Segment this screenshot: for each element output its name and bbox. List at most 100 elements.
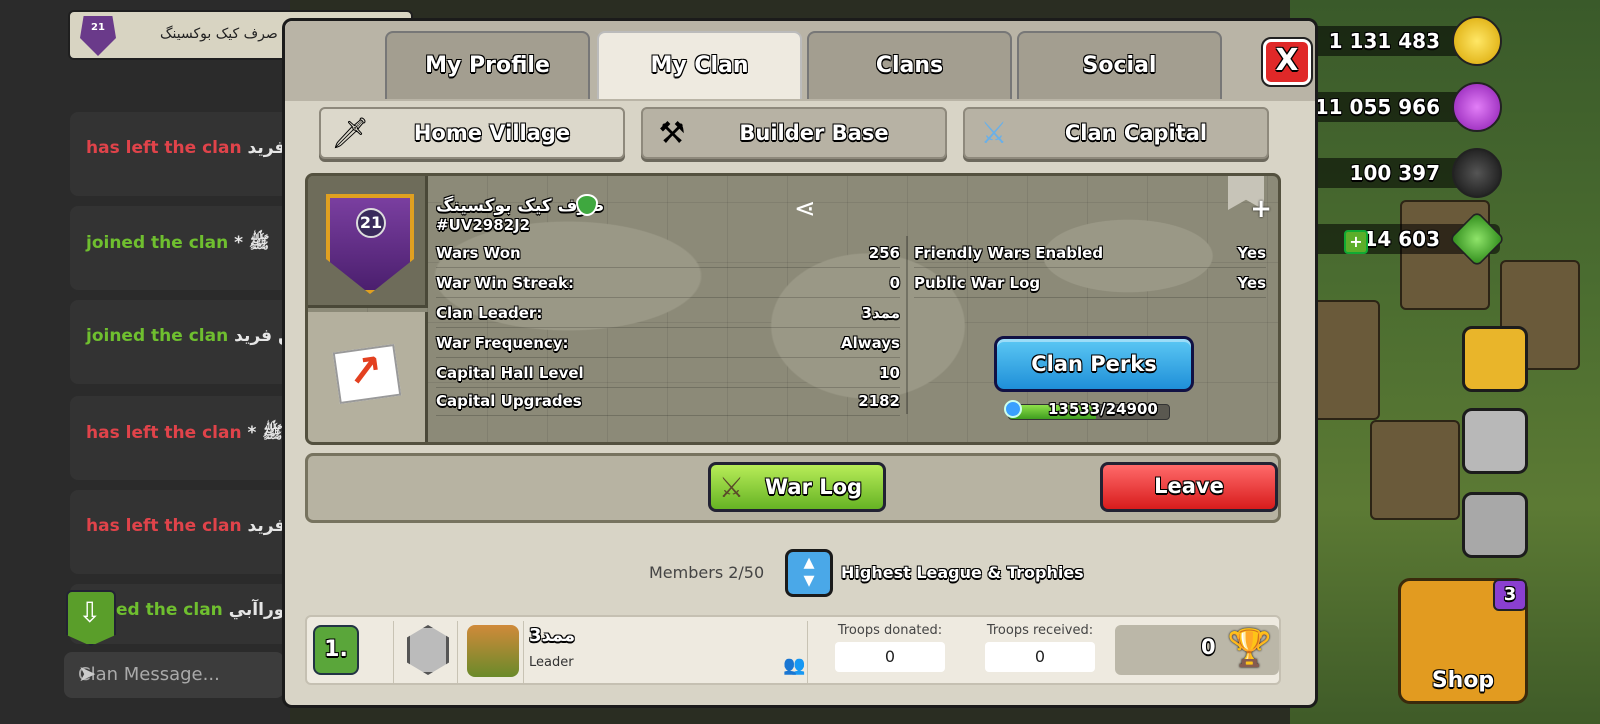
stat-label: War Win Streak: xyxy=(436,274,574,292)
stat-value: 0 xyxy=(889,274,900,292)
clan-message-input[interactable]: Clan Message... ➤ xyxy=(64,652,284,698)
friends-button[interactable] xyxy=(1462,408,1528,474)
chart-up-icon xyxy=(332,343,402,405)
clan-level: 21 xyxy=(356,208,386,238)
troops-donated: Troops donated: 0 xyxy=(835,623,945,672)
chat-message: joined the clan بن فرید xyxy=(70,300,300,384)
stat-row: Wars Won 256 xyxy=(436,238,900,268)
troops-donated-label: Troops donated: xyxy=(837,623,943,638)
stat-label: Clan Leader: xyxy=(436,304,543,322)
building xyxy=(1310,300,1380,420)
share-icon[interactable]: ⋖ xyxy=(794,194,816,224)
stat-value: 2182 xyxy=(858,392,900,410)
building xyxy=(1370,420,1460,520)
elixir-icon xyxy=(1452,82,1502,132)
chat-message-name: فرید xyxy=(247,138,286,158)
war-log-button[interactable]: ⚔ War Log xyxy=(708,462,886,512)
tab-my-profile[interactable]: My Profile xyxy=(385,31,590,99)
add-bookmark-icon[interactable]: + xyxy=(1250,194,1272,224)
divider xyxy=(807,621,808,683)
sort-toggle-button[interactable]: ▴ ▾ xyxy=(785,549,833,597)
column-divider xyxy=(906,236,908,414)
subtab-label: Clan Capital xyxy=(1064,121,1208,145)
chat-message: has left the clan * ﷺ xyxy=(70,396,290,480)
chat-message-text: has left the clan xyxy=(86,423,242,443)
subtab-clan-capital[interactable]: ⚔ Clan Capital xyxy=(963,107,1269,159)
trophy-icon: 🏆 xyxy=(1227,628,1272,669)
shop-label: Shop xyxy=(1431,668,1495,693)
member-name: 3ممد xyxy=(529,625,576,646)
shop-badge-count: 3 xyxy=(1493,579,1527,611)
chat-message-name: * ﷺ xyxy=(247,423,283,443)
clan-info-panel: 21 صرف کیک بوکسینگ #UV2982J2 ⋖ + Wars Wo… xyxy=(305,173,1281,445)
stat-row: Clan Leader: 3ممد xyxy=(436,298,900,328)
troops-received-value: 0 xyxy=(985,642,1095,672)
chat-message-text: ed the clan xyxy=(116,600,223,620)
clan-badge-icon: 21 xyxy=(326,194,414,294)
stat-row: Capital Hall Level 10 xyxy=(436,358,900,388)
settings-gear-icon[interactable] xyxy=(1462,492,1528,558)
war-log-label: War Log xyxy=(765,475,863,499)
elixir-value: 11 055 966 xyxy=(1314,95,1440,119)
clan-progress-graphic xyxy=(308,312,428,442)
shop-button[interactable]: 3 Shop xyxy=(1398,578,1528,704)
send-icon[interactable]: ➤ xyxy=(78,662,276,687)
stat-row: War Win Streak: 0 xyxy=(436,268,900,298)
stat-value: Yes xyxy=(1237,274,1266,292)
stat-label: Friendly Wars Enabled xyxy=(914,244,1104,262)
clan-actions-panel: ⚔ War Log Leave xyxy=(305,453,1281,523)
gold-counter: 1 131 483 xyxy=(1310,16,1502,66)
stat-row: War Frequency: Always xyxy=(436,328,900,358)
town-hall-icon xyxy=(467,625,519,677)
clan-banner-name: صرف کیک بوکسینگ xyxy=(160,26,278,42)
clan-perks-progress-text: 13533/24900 xyxy=(1048,400,1158,418)
league-icon xyxy=(407,625,449,675)
stat-value: 256 xyxy=(868,244,900,262)
subtab-label: Builder Base xyxy=(739,121,889,145)
clan-dialog: My Profile My Clan Clans Social X 🗡 Home… xyxy=(282,18,1318,708)
subtab-label: Home Village xyxy=(413,121,571,145)
gold-icon xyxy=(1452,16,1502,66)
subtab-home-village[interactable]: 🗡 Home Village xyxy=(319,107,625,159)
close-button[interactable]: X xyxy=(1261,37,1313,87)
chat-message-name: فرید xyxy=(247,516,286,536)
leave-clan-button[interactable]: Leave xyxy=(1100,462,1278,512)
stat-value[interactable]: 3ممد xyxy=(862,304,900,322)
member-role: Leader xyxy=(529,655,574,670)
events-button[interactable] xyxy=(1462,326,1528,392)
elixir-counter: 11 055 966 xyxy=(1310,82,1502,132)
divider xyxy=(457,621,458,683)
dark-elixir-icon xyxy=(1452,148,1502,198)
dark-elixir-value: 100 397 xyxy=(1349,161,1440,185)
clan-banner-level: 21 xyxy=(91,22,105,33)
divider xyxy=(523,621,524,683)
chat-message-text: has left the clan xyxy=(86,138,242,158)
stat-label: Capital Hall Level xyxy=(436,364,584,382)
divider xyxy=(393,621,394,683)
gems-counter: 14 603 xyxy=(1310,210,1506,268)
gems-value: 14 603 xyxy=(1363,227,1440,251)
stat-row: Public War Log Yes xyxy=(914,268,1266,298)
stat-label: Capital Upgrades xyxy=(436,392,582,410)
tab-clans[interactable]: Clans xyxy=(807,31,1012,99)
stat-label: War Frequency: xyxy=(436,334,569,352)
buy-gems-plus-button[interactable]: + xyxy=(1344,230,1368,254)
subtab-builder-base[interactable]: ⚒ Builder Base xyxy=(641,107,947,159)
clan-badge-frame: 21 xyxy=(308,176,428,308)
clan-xp-icon xyxy=(1004,400,1022,418)
chat-message: has left the clan فرید xyxy=(70,490,290,574)
stat-row: Capital Upgrades 2182 xyxy=(436,386,900,416)
member-trophies: 0 🏆 xyxy=(1115,625,1279,675)
tab-my-clan[interactable]: My Clan xyxy=(597,31,802,99)
tab-bar: My Profile My Clan Clans Social X xyxy=(285,21,1315,101)
chat-message-name: * ﷺ xyxy=(234,233,270,253)
troops-donated-value: 0 xyxy=(835,642,945,672)
scroll-down-button[interactable] xyxy=(66,590,116,646)
tab-social[interactable]: Social xyxy=(1017,31,1222,99)
gold-value: 1 131 483 xyxy=(1328,29,1440,53)
friends-icon: 👥 xyxy=(783,655,806,676)
member-list-item[interactable]: 1. 3ممد Leader 👥 Troops donated: 0 Troop… xyxy=(305,615,1281,685)
member-rank: 1. xyxy=(313,625,359,675)
troops-received-label: Troops received: xyxy=(986,623,1094,638)
clan-perks-button[interactable]: Clan Perks xyxy=(994,336,1194,392)
